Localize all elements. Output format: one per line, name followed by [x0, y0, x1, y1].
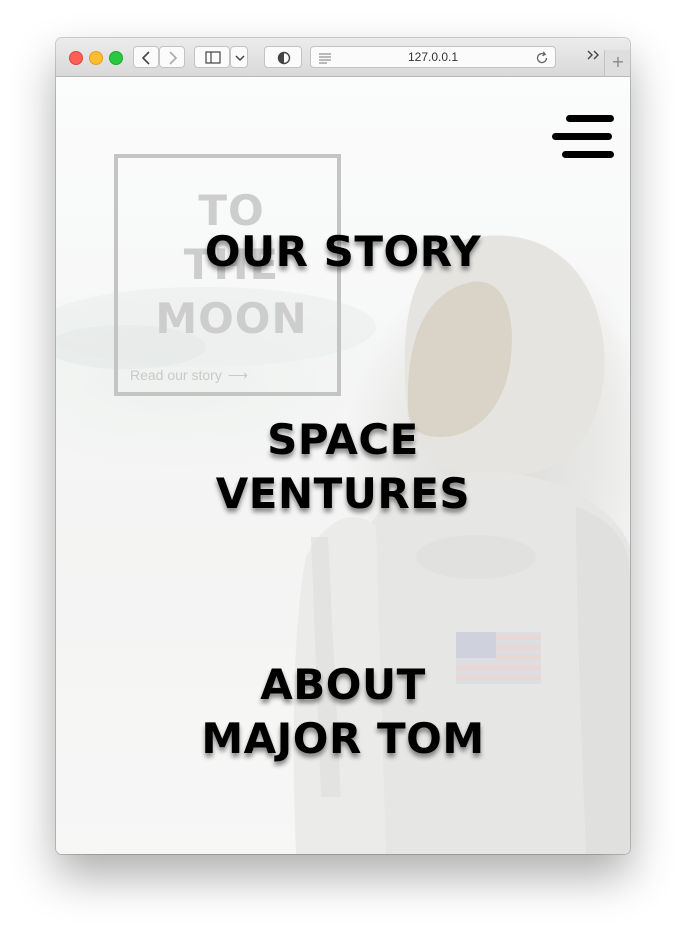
browser-window: 127.0.0.1 + TO THE MOON Read our story ⟶… [56, 38, 630, 854]
arrow-right-icon: ⟶ [227, 367, 248, 383]
hero-title-line: MOON [155, 294, 308, 343]
chevron-left-icon [141, 51, 150, 65]
hamburger-bar [552, 133, 612, 140]
menu-item-label: ABOUT [260, 660, 426, 709]
shield-icon [277, 51, 291, 65]
zoom-window-button[interactable] [109, 51, 123, 65]
double-chevron-icon[interactable] [586, 47, 602, 63]
menu-item-space-ventures[interactable]: SPACE VENTURES [56, 413, 630, 521]
address-bar[interactable]: 127.0.0.1 [310, 46, 556, 68]
sidebar-button[interactable] [194, 46, 230, 68]
menu-item-label: SPACE [267, 415, 419, 464]
chevron-down-icon [235, 55, 245, 62]
menu-item-label: OUR STORY [204, 227, 482, 276]
page-viewport: TO THE MOON Read our story ⟶ OUR STORY SP… [56, 77, 630, 854]
menu-item-about-major-tom[interactable]: ABOUT MAJOR TOM [56, 658, 630, 766]
read-our-story-label: Read our story [130, 367, 222, 383]
minimize-window-button[interactable] [89, 51, 103, 65]
chevron-right-icon [169, 51, 178, 65]
menu-item-label: MAJOR TOM [201, 714, 485, 763]
back-button[interactable] [133, 46, 159, 68]
new-tab-button[interactable]: + [604, 50, 630, 76]
forward-button[interactable] [159, 46, 185, 68]
hamburger-menu-button[interactable] [552, 115, 620, 159]
address-url: 127.0.0.1 [407, 50, 459, 64]
privacy-report-button[interactable] [264, 46, 302, 68]
read-our-story-link[interactable]: Read our story ⟶ [130, 367, 248, 384]
close-window-button[interactable] [69, 51, 83, 65]
menu-item-our-story[interactable]: OUR STORY [56, 225, 630, 279]
sidebar-icon [205, 51, 221, 64]
hamburger-menu-icon [566, 115, 614, 122]
reload-icon[interactable] [532, 48, 552, 68]
menu-item-label: VENTURES [215, 469, 471, 518]
browser-toolbar: 127.0.0.1 + [56, 38, 630, 77]
sidebar-menu-button[interactable] [230, 46, 248, 68]
hamburger-bar [562, 151, 614, 158]
